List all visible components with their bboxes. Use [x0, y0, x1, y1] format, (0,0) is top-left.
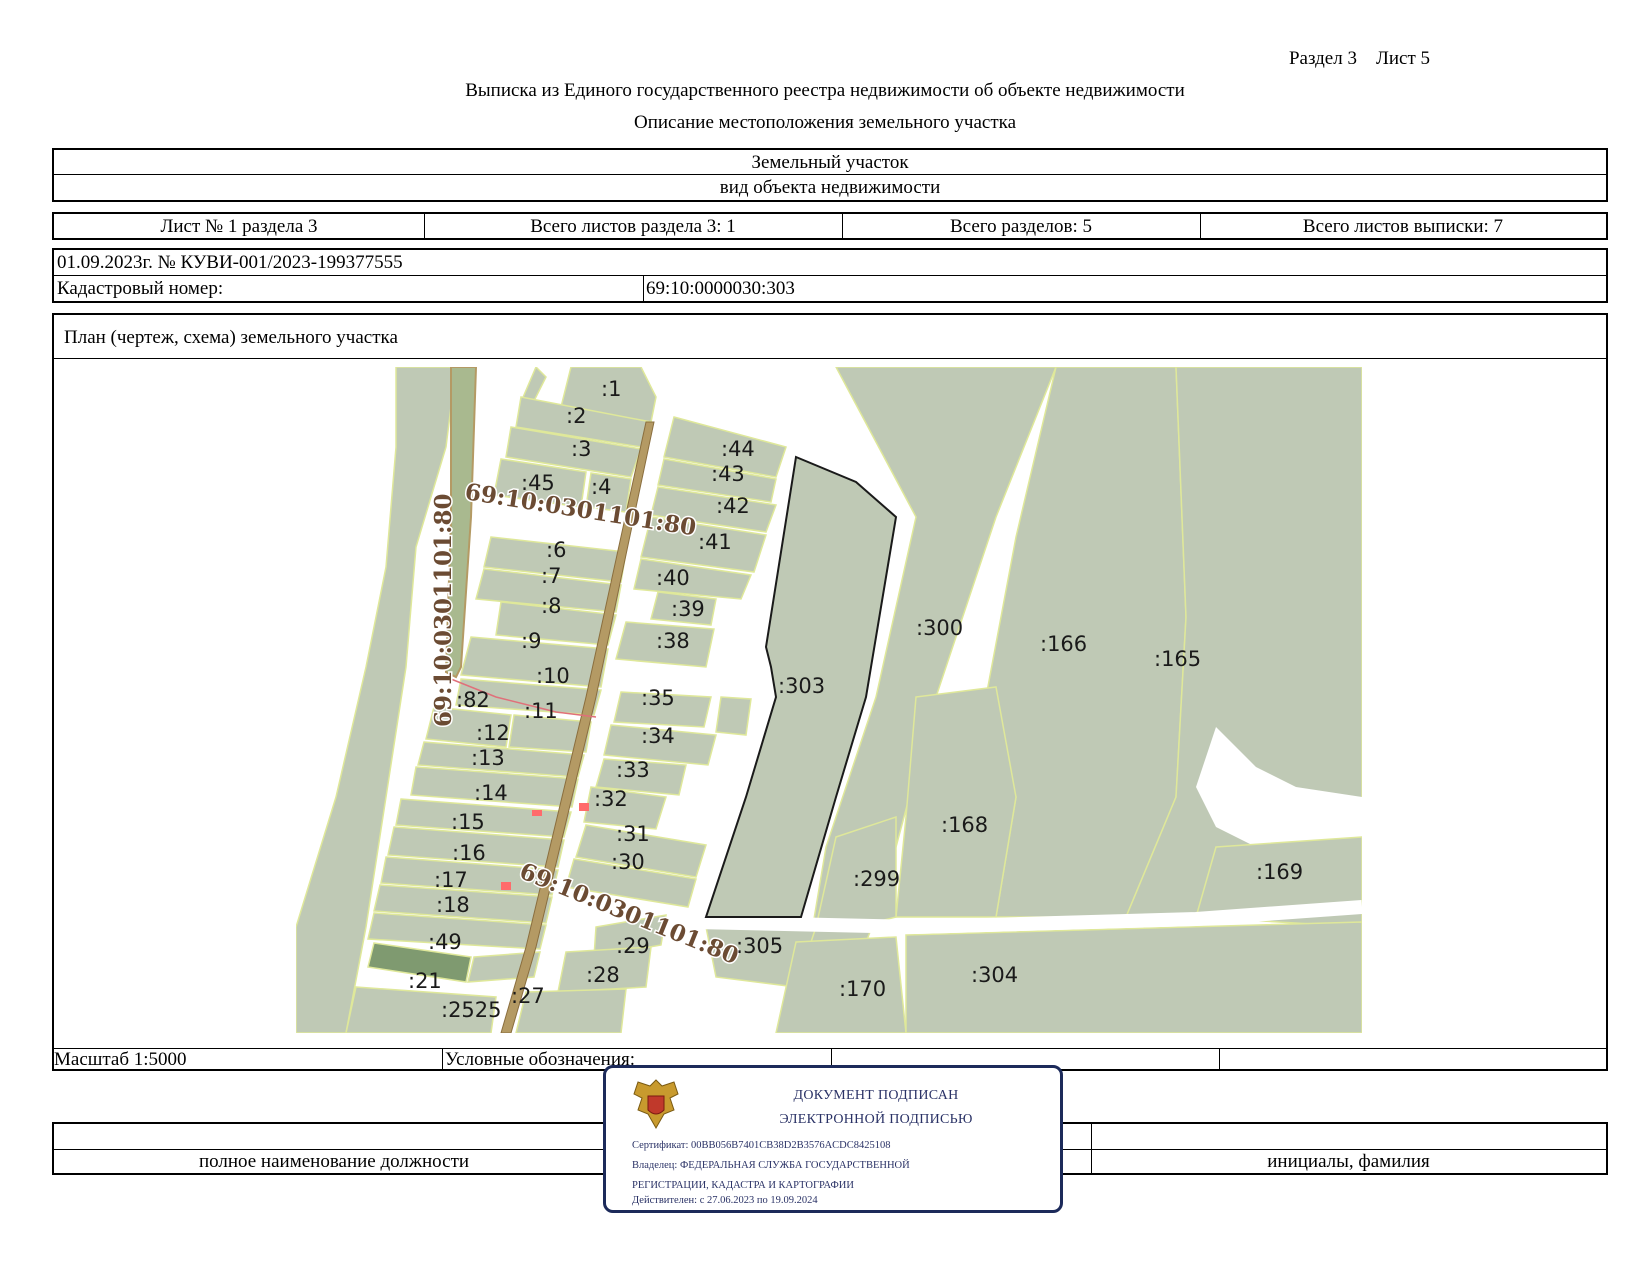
map-marker-red-3 — [501, 882, 511, 890]
parcel-label: :49 — [428, 930, 462, 954]
parcel-label: :305 — [736, 934, 783, 958]
parcel-label: :30 — [611, 850, 645, 874]
parcel-label: :2525 — [441, 998, 502, 1022]
parcel-label: :29 — [616, 934, 650, 958]
parcel-label: :35 — [641, 686, 675, 710]
parcel-label: :18 — [436, 893, 470, 917]
parcel-label: :170 — [839, 977, 886, 1001]
stamp-line-1: ДОКУМЕНТ ПОДПИСАН — [793, 1088, 959, 1103]
object-type-table: Земельный участок вид объекта недвижимос… — [52, 148, 1608, 202]
sheet-number-cell: Лист № 1 раздела 3 — [160, 216, 318, 237]
parcel-label: :7 — [541, 564, 561, 588]
cadastral-number-label: Кадастровый номер: — [57, 278, 224, 299]
position-caption: полное наименование должности — [198, 1151, 470, 1172]
scale-label: Масштаб 1:5000 — [54, 1049, 187, 1070]
parcel-label: :82 — [456, 688, 490, 712]
parcel-label: :21 — [408, 969, 442, 993]
parcel-label: :42 — [716, 494, 750, 518]
parcel-label: :299 — [853, 867, 900, 891]
parcel-label: :34 — [641, 724, 675, 748]
sheets-info-row: Лист № 1 раздела 3 Всего листов раздела … — [52, 212, 1608, 240]
plan-title: План (чертеж, схема) земельного участка — [64, 327, 398, 348]
stamp-validity: Действителен: с 27.06.2023 по 19.09.2024 — [632, 1195, 818, 1206]
stamp-certificate: Сертификат: 00BB056B7401CB38D2B3576ACDC8… — [632, 1140, 891, 1151]
parcel-label: :31 — [616, 822, 650, 846]
parcel-label: :11 — [524, 699, 558, 723]
name-caption: инициалы, фамилия — [1267, 1151, 1430, 1172]
section-number: Раздел 3 — [1288, 48, 1357, 69]
parcel-label: :16 — [452, 841, 486, 865]
parcel-label: :39 — [671, 597, 705, 621]
parcel-label: :168 — [941, 813, 988, 837]
parcel-label: :13 — [471, 746, 505, 770]
total-sheets-section-cell: Всего листов раздела 3: 1 — [530, 216, 736, 237]
parcel-label: :27 — [511, 984, 545, 1008]
parcel-label: :4 — [591, 475, 611, 499]
record-table: 01.09.2023г. № КУВИ-001/2023-199377555 К… — [52, 248, 1608, 303]
parcel-label: :165 — [1154, 647, 1201, 671]
parcel-label: :43 — [711, 462, 745, 486]
object-type-value: Земельный участок — [751, 152, 909, 173]
parcel-label: :300 — [916, 616, 963, 640]
parcel-label: :33 — [616, 758, 650, 782]
parcel-label: :17 — [434, 868, 468, 892]
parcel-label: :166 — [1040, 632, 1087, 656]
parcel-label: :3 — [571, 437, 591, 461]
map-marker-red-2 — [579, 803, 589, 811]
parcel-label: :44 — [721, 437, 755, 461]
document-subtitle: Описание местоположения земельного участ… — [633, 112, 1017, 133]
total-sections-cell: Всего разделов: 5 — [949, 216, 1093, 237]
parcel-label: :12 — [476, 721, 510, 745]
parcel-label: :8 — [541, 594, 561, 618]
parcel-label: :28 — [586, 963, 620, 987]
parcel-label: :10 — [536, 664, 570, 688]
parcel-label: :2 — [566, 404, 586, 428]
coat-of-arms-emblem — [633, 1079, 679, 1130]
road-label-2: 69:10:0301101:80 — [430, 493, 457, 727]
map-marker-red-1 — [532, 810, 542, 816]
parcel-label: :41 — [698, 530, 732, 554]
parcel-label: :9 — [521, 629, 541, 653]
parcel-label: :38 — [656, 629, 690, 653]
parcel-label: :45 — [521, 471, 555, 495]
parcel-label: :32 — [594, 787, 628, 811]
total-sheets-extract-cell: Всего листов выписки: 7 — [1302, 216, 1504, 237]
parcel-label: :303 — [778, 674, 825, 698]
parcel-label: :15 — [451, 810, 485, 834]
stamp-owner-line-2: РЕГИСТРАЦИИ, КАДАСТРА И КАРТОГРАФИИ — [632, 1180, 854, 1191]
stamp-line-2: ЭЛЕКТРОННОЙ ПОДПИСЬЮ — [779, 1112, 973, 1127]
map-parcel-168 — [895, 686, 1017, 918]
section-sheet-label: Раздел 3 Лист 5 — [1289, 48, 1430, 70]
sheet-number: Лист 5 — [1375, 48, 1430, 69]
parcel-label: :6 — [546, 538, 566, 562]
cadastral-map: .p { fill:#bfc9b5; stroke:#dfe89a; strok… — [296, 367, 1362, 1033]
object-type-caption: вид объекта недвижимости — [719, 177, 941, 198]
cadastral-number-value: 69:10:0000030:303 — [646, 278, 795, 299]
parcel-label: :304 — [971, 963, 1018, 987]
record-date-number: 01.09.2023г. № КУВИ-001/2023-199377555 — [57, 252, 403, 273]
stamp-owner-line-1: Владелец: ФЕДЕРАЛЬНАЯ СЛУЖБА ГОСУДАРСТВЕ… — [632, 1160, 910, 1171]
document-title: Выписка из Единого государственного реес… — [465, 80, 1185, 101]
map-parcel-35-annex — [715, 696, 752, 736]
parcel-label: :169 — [1256, 860, 1303, 884]
electronic-signature-stamp: ДОКУМЕНТ ПОДПИСАН ЭЛЕКТРОННОЙ ПОДПИСЬЮ С… — [603, 1065, 1063, 1213]
parcel-label: :14 — [474, 781, 508, 805]
parcel-label: :40 — [656, 566, 690, 590]
parcel-label: :1 — [601, 377, 621, 401]
